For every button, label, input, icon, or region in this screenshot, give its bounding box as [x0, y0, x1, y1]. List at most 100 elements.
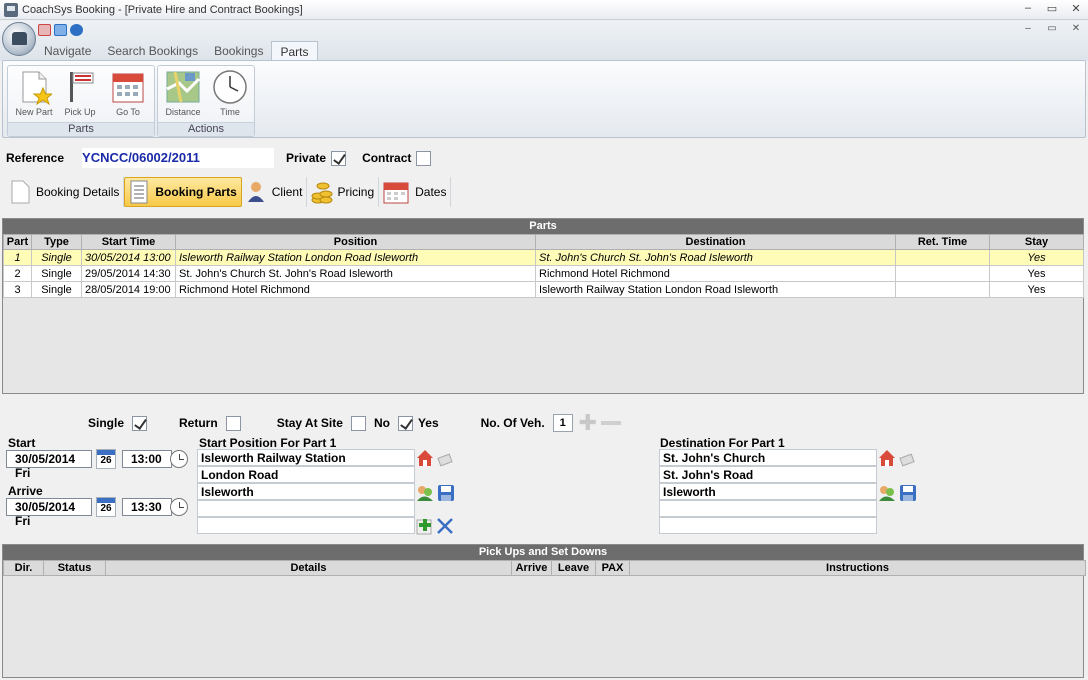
destination-line-1[interactable]: St. John's Church: [659, 449, 877, 466]
subtab-client[interactable]: Client: [242, 177, 308, 207]
cell-destination: Isleworth Railway Station London Road Is…: [535, 281, 896, 298]
stay-yes-checkbox[interactable]: [397, 415, 413, 431]
help-icon[interactable]: [70, 24, 83, 36]
go-to-label: Go To: [116, 107, 140, 117]
col-type[interactable]: Type: [31, 234, 82, 250]
destination-line-2[interactable]: St. John's Road: [659, 466, 877, 483]
cell-destination: St. John's Church St. John's Road Islewo…: [535, 249, 896, 266]
dest-eraser-icon[interactable]: [898, 451, 916, 469]
col-details[interactable]: Details: [105, 560, 512, 576]
subtab-booking-details[interactable]: Booking Details: [6, 177, 125, 207]
actions-group-label: Actions: [158, 122, 254, 136]
cell-part: 1: [3, 249, 32, 266]
cell-position: St. John's Church St. John's Road Islewo…: [175, 265, 536, 282]
start-clock-icon[interactable]: [170, 450, 188, 468]
arrive-calendar-icon[interactable]: 26: [96, 497, 116, 517]
tab-search-bookings[interactable]: Search Bookings: [99, 41, 206, 61]
subtab-pricing[interactable]: Pricing: [307, 177, 380, 207]
cell-type: Single: [31, 281, 82, 298]
cell-ret-time: [895, 249, 990, 266]
add-vehicle-icon[interactable]: ✚: [579, 412, 597, 434]
subtab-booking-parts[interactable]: Booking Parts: [124, 177, 242, 207]
contacts-icon[interactable]: [416, 484, 434, 502]
cell-start-time: 28/05/2014 19:00: [81, 281, 176, 298]
home-address-icon[interactable]: [416, 449, 434, 467]
subtab-booking-parts-label: Booking Parts: [155, 185, 237, 199]
col-dir[interactable]: Dir.: [3, 560, 44, 576]
close-button[interactable]: ✕: [1070, 2, 1082, 15]
col-pax[interactable]: PAX: [595, 560, 630, 576]
dest-contacts-icon[interactable]: [878, 484, 896, 502]
stay-no-checkbox[interactable]: [350, 415, 366, 431]
eraser-icon[interactable]: [436, 451, 454, 469]
col-status[interactable]: Status: [43, 560, 106, 576]
col-part[interactable]: Part: [3, 234, 32, 250]
quick-access-toolbar: [38, 24, 83, 36]
exit-arrow-icon[interactable]: [54, 24, 67, 36]
parts-grid: Parts Part Type Start Time Position Dest…: [2, 218, 1084, 394]
table-row[interactable]: 3 Single 28/05/2014 19:00 Richmond Hotel…: [3, 281, 1084, 298]
distance-label: Distance: [165, 107, 201, 117]
start-position-line-5[interactable]: [197, 517, 415, 534]
mdi-close-button[interactable]: ✕: [1070, 23, 1082, 34]
title-bar: CoachSys Booking - [Private Hire and Con…: [0, 0, 1088, 20]
destination-line-4[interactable]: [659, 500, 877, 517]
flag-icon[interactable]: [38, 24, 51, 36]
col-ret-time[interactable]: Ret. Time: [895, 234, 990, 250]
mdi-minimize-button[interactable]: –: [1022, 23, 1034, 34]
table-row[interactable]: 2 Single 29/05/2014 14:30 St. John's Chu…: [3, 265, 1084, 282]
mdi-restore-button[interactable]: ▭: [1046, 23, 1058, 34]
table-row[interactable]: 1 Single 30/05/2014 13:00 Isleworth Rail…: [3, 249, 1084, 266]
arrive-time-input[interactable]: 13:30: [122, 498, 172, 516]
stay-yes-label: Yes: [417, 416, 439, 430]
col-arrive[interactable]: Arrive: [511, 560, 552, 576]
restore-button[interactable]: ▭: [1046, 2, 1058, 15]
col-leave[interactable]: Leave: [551, 560, 596, 576]
arrive-date-input[interactable]: 30/05/2014 Fri: [6, 498, 92, 528]
time-button[interactable]: Time: [208, 69, 252, 121]
tab-navigate[interactable]: Navigate: [36, 41, 99, 61]
new-part-button[interactable]: New Part: [12, 69, 56, 121]
col-instructions[interactable]: Instructions: [629, 560, 1086, 576]
reference-label: Reference: [6, 151, 65, 165]
pickups-grid: Pick Ups and Set Downs Dir. Status Detai…: [2, 544, 1086, 678]
no-of-veh-input[interactable]: 1: [552, 414, 573, 432]
col-stay[interactable]: Stay: [989, 234, 1084, 250]
private-checkbox[interactable]: [331, 150, 347, 166]
col-start-time[interactable]: Start Time: [81, 234, 176, 250]
subtab-dates[interactable]: Dates: [379, 177, 452, 207]
save-icon[interactable]: [437, 484, 455, 502]
dest-save-icon[interactable]: [899, 484, 917, 502]
start-position-line-3[interactable]: Isleworth: [197, 483, 415, 500]
route-tools-icon[interactable]: [436, 517, 454, 535]
cell-stay: Yes: [989, 265, 1084, 282]
distance-button[interactable]: Distance: [161, 69, 205, 121]
pick-up-button[interactable]: Pick Up: [58, 69, 102, 121]
single-checkbox[interactable]: [132, 415, 148, 431]
remove-vehicle-icon[interactable]: [601, 421, 622, 425]
add-location-icon[interactable]: [416, 517, 434, 535]
start-calendar-icon[interactable]: 26: [96, 449, 116, 469]
start-date-input[interactable]: 30/05/2014 Fri: [6, 450, 92, 480]
cell-start-time: 29/05/2014 14:30: [81, 265, 176, 282]
application-orb-bus-icon[interactable]: [2, 22, 36, 56]
start-position-line-4[interactable]: [197, 500, 415, 517]
parts-group: New Part Pick Up Go To Parts: [7, 65, 155, 137]
arrive-clock-icon[interactable]: [170, 498, 188, 516]
go-to-button[interactable]: Go To: [106, 69, 150, 121]
return-checkbox[interactable]: [225, 415, 241, 431]
minimize-button[interactable]: –: [1022, 2, 1034, 15]
dest-home-address-icon[interactable]: [878, 449, 896, 467]
destination-line-3[interactable]: Isleworth: [659, 483, 877, 500]
contract-checkbox[interactable]: [416, 150, 432, 166]
col-destination[interactable]: Destination: [535, 234, 896, 250]
start-position-line-1[interactable]: Isleworth Railway Station: [197, 449, 415, 466]
col-position[interactable]: Position: [175, 234, 536, 250]
tab-parts[interactable]: Parts: [271, 41, 318, 61]
tab-bookings[interactable]: Bookings: [206, 41, 271, 61]
list-document-icon: [129, 180, 149, 204]
start-time-input[interactable]: 13:00: [122, 450, 172, 468]
destination-line-5[interactable]: [659, 517, 877, 534]
parts-group-label: Parts: [8, 122, 154, 136]
start-position-line-2[interactable]: London Road: [197, 466, 415, 483]
